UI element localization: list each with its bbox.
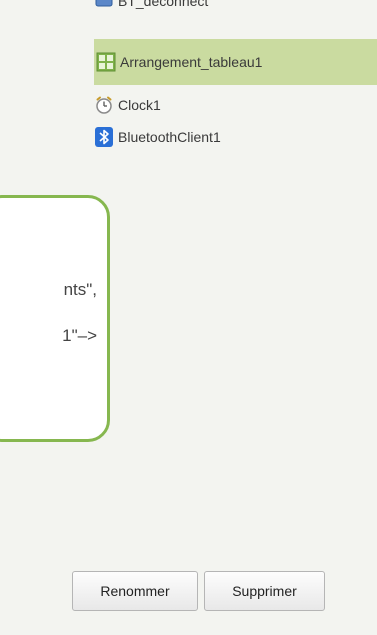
rename-button[interactable]: Renommer <box>72 571 198 611</box>
tree-item-clock1[interactable]: Clock1 <box>94 90 161 120</box>
component-actions: Renommer Supprimer <box>72 571 325 611</box>
tree-item-label: BluetoothClient1 <box>118 129 221 145</box>
clock-icon <box>94 95 114 115</box>
bluetooth-icon <box>94 127 114 147</box>
bluetooth-button-icon <box>94 0 114 11</box>
tree-item-label: Clock1 <box>118 97 161 113</box>
tree-item-bt-deconnect[interactable]: BT_deconnect <box>94 0 208 16</box>
callout-text-line-2: 1"–> <box>62 326 97 345</box>
table-arrangement-icon <box>96 52 116 72</box>
tree-item-bluetoothclient1[interactable]: BluetoothClient1 <box>94 122 221 152</box>
callout-text-line-1: nts", <box>63 280 97 299</box>
tree-item-arrangement-tableau1[interactable]: Arrangement_tableau1 <box>94 39 377 85</box>
tree-item-label: Arrangement_tableau1 <box>120 54 263 70</box>
delete-button[interactable]: Supprimer <box>204 571 325 611</box>
tree-item-label: BT_deconnect <box>118 0 209 9</box>
component-tree: BT_deconnect Arrangement_tableau1 Clock1… <box>94 0 377 190</box>
page: BT_deconnect Arrangement_tableau1 Clock1… <box>0 0 377 635</box>
callout-box: nts", 1"–> <box>0 195 110 442</box>
